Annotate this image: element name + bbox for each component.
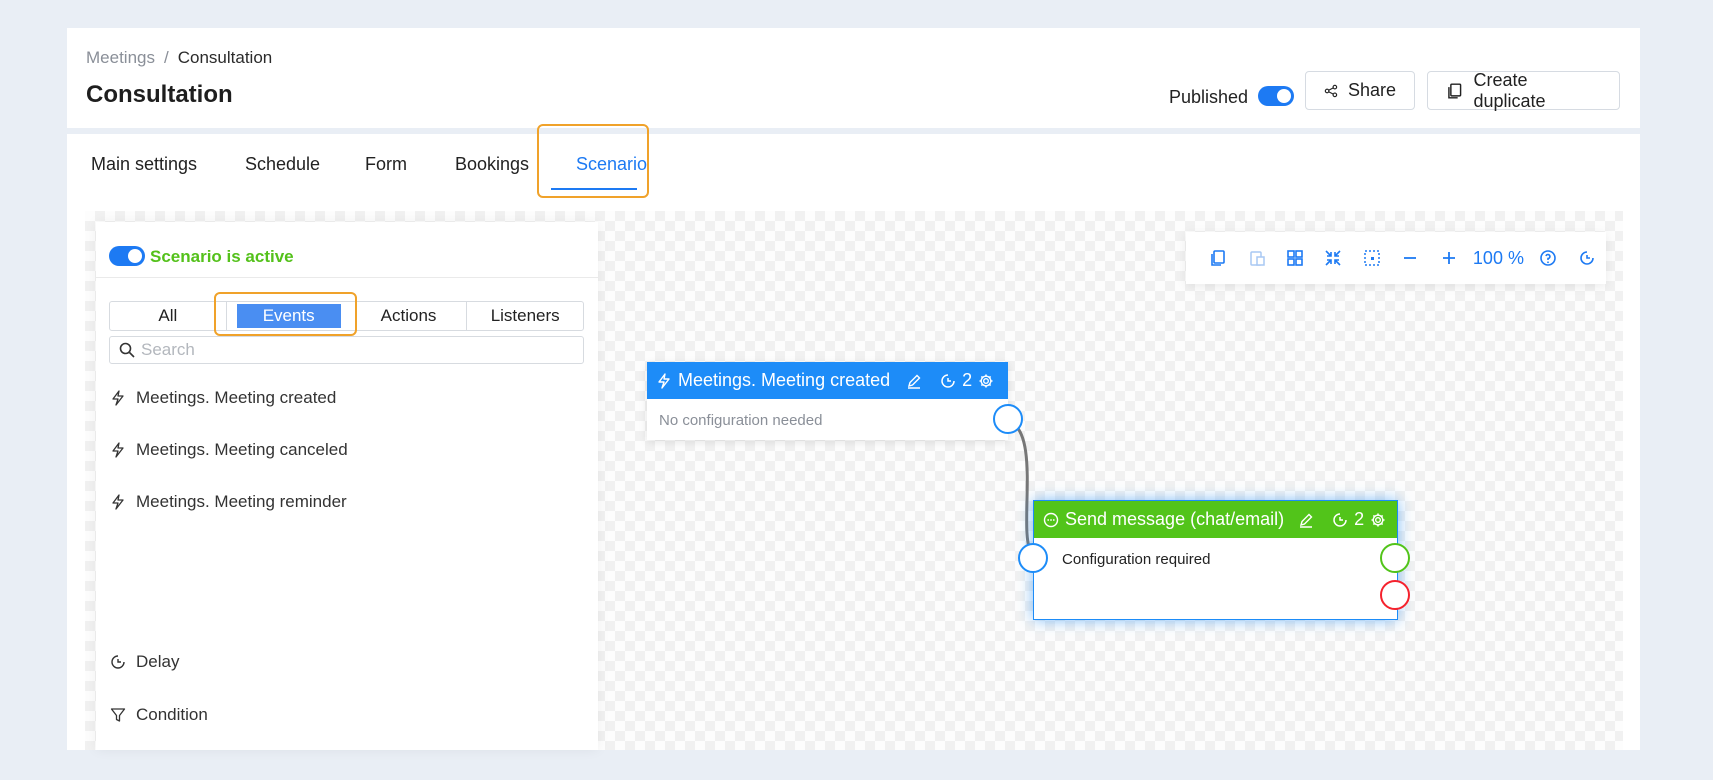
event-node-header: Meetings. Meeting created 2 [647, 362, 1008, 399]
search-input[interactable] [141, 340, 561, 360]
filter-listeners[interactable]: Listeners [467, 302, 583, 330]
share-icon [1324, 84, 1338, 97]
event-item[interactable]: Meetings. Meeting canceled [110, 440, 348, 460]
action-node-body: Configuration required [1062, 551, 1211, 568]
create-duplicate-button[interactable]: Create duplicate [1427, 69, 1620, 111]
search-icon [119, 342, 135, 358]
event-node[interactable]: Meetings. Meeting created 2 No configura… [647, 362, 1023, 440]
filter-actions[interactable]: Actions [351, 302, 468, 330]
filter-all[interactable]: All [110, 302, 227, 330]
main-card: Main settings Schedule Form Bookings Sce… [67, 124, 1640, 750]
action-node-title: Send message (chat/email) [1065, 509, 1285, 529]
published-label: Published [1169, 87, 1249, 107]
create-duplicate-label: Create duplicate [1473, 69, 1546, 111]
event-item[interactable]: Meetings. Meeting reminder [110, 492, 347, 512]
condition-label: Condition [136, 705, 208, 724]
action-node-header: Send message (chat/email) 2 [1034, 501, 1397, 538]
share-label: Share [1347, 80, 1396, 100]
delay-item[interactable]: Delay [110, 652, 179, 672]
action-input-port[interactable] [1018, 543, 1048, 573]
gear-icon[interactable] [1370, 512, 1386, 528]
action-error-port[interactable] [1380, 580, 1410, 610]
breadcrumb-parent[interactable]: Meetings [86, 48, 155, 67]
clock-icon [1333, 512, 1347, 527]
event-node-title: Meetings. Meeting created [678, 370, 891, 390]
select-area-icon[interactable] [1353, 242, 1391, 274]
zoom-in-icon[interactable] [1429, 242, 1467, 274]
published-toggle[interactable] [1258, 86, 1294, 106]
zoom-level[interactable]: 100 % [1468, 248, 1529, 269]
gear-icon[interactable] [978, 373, 994, 389]
event-output-port[interactable] [993, 404, 1023, 434]
event-node-body: No configuration needed [659, 412, 823, 429]
search-field [109, 336, 584, 364]
canvas-toolbar: 100 % [1186, 232, 1606, 284]
zoom-out-icon[interactable] [1391, 242, 1429, 274]
action-node-count: 2 [1354, 509, 1365, 529]
fit-screen-icon[interactable] [1314, 242, 1352, 274]
page-header: Meetings / Consultation Consultation Publi… [67, 28, 1640, 128]
copy-icon[interactable] [1199, 242, 1237, 274]
action-node[interactable]: Send message (chat/email) 2 Configuratio… [1018, 500, 1410, 620]
breadcrumb: Meetings / Consultation [86, 48, 272, 68]
lightning-icon [658, 372, 670, 389]
grid-icon[interactable] [1276, 242, 1314, 274]
panel-divider [96, 277, 598, 278]
action-success-port[interactable] [1380, 543, 1410, 573]
scenario-side-panel: Scenario is active All Events Actions Li… [96, 222, 598, 750]
connector-line [1008, 419, 1034, 555]
edit-icon[interactable] [1298, 512, 1314, 528]
breadcrumb-current: Consultation [177, 48, 273, 67]
help-icon[interactable] [1529, 242, 1567, 274]
lightning-icon [112, 390, 124, 406]
filter-icon [110, 708, 126, 722]
event-item[interactable]: Meetings. Meeting created [110, 388, 336, 408]
scenario-active-label: Scenario is active [150, 247, 294, 266]
condition-item[interactable]: Condition [110, 705, 208, 725]
events-filter-highlight [214, 292, 357, 336]
event-item-label: Meetings. Meeting created [136, 388, 337, 407]
scenario-active-toggle[interactable] [109, 246, 145, 266]
copy-icon [1448, 82, 1462, 99]
page-title: Consultation [86, 81, 233, 108]
delay-label: Delay [136, 652, 180, 671]
event-node-count: 2 [962, 370, 973, 390]
clock-icon [111, 655, 125, 669]
lightning-icon [112, 442, 124, 458]
share-button[interactable]: Share [1305, 71, 1415, 110]
event-item-label: Meetings. Meeting canceled [136, 440, 348, 459]
history-icon[interactable] [1568, 242, 1606, 274]
breadcrumb-separator: / [163, 48, 169, 67]
event-item-label: Meetings. Meeting reminder [136, 492, 347, 511]
edit-icon[interactable] [906, 373, 922, 389]
lightning-icon [112, 494, 124, 510]
chat-icon [1043, 512, 1059, 527]
paste-icon[interactable] [1237, 242, 1275, 274]
clock-icon [941, 373, 955, 388]
